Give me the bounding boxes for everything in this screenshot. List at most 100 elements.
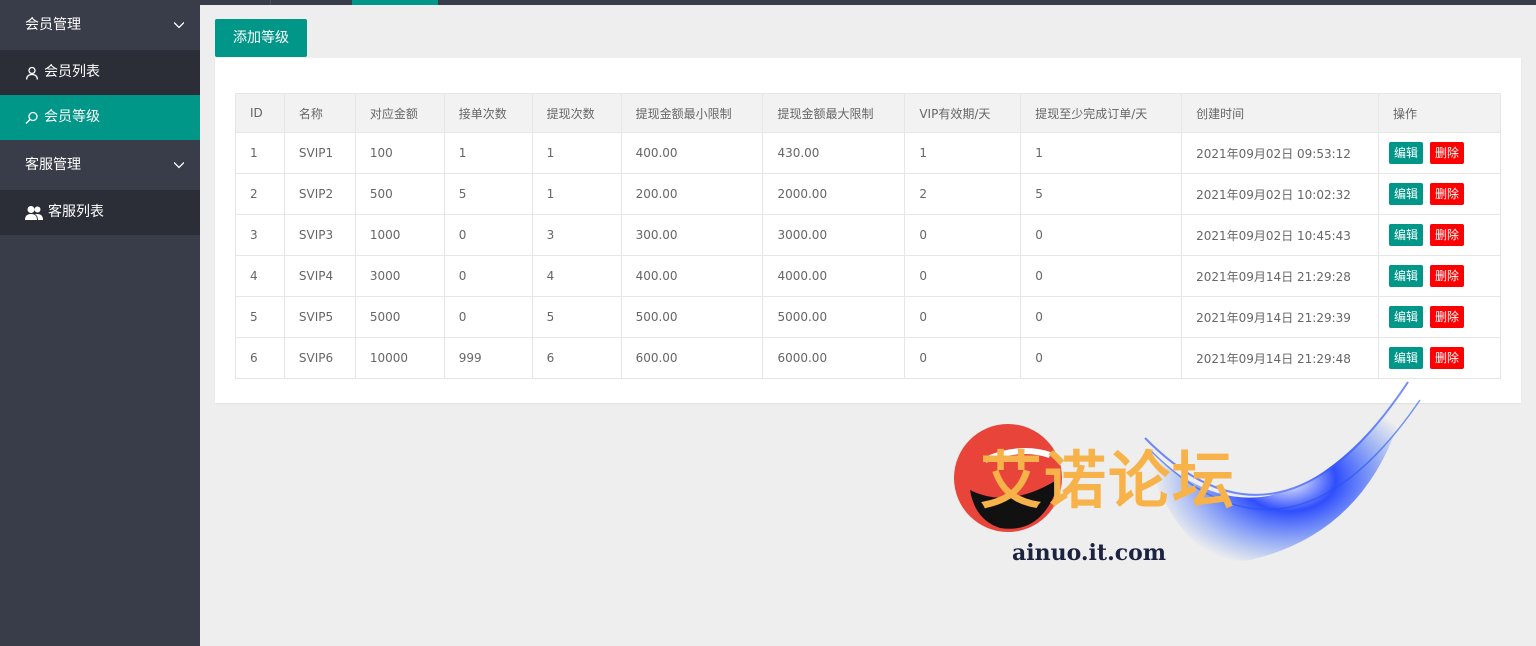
table-cell: 3000 — [354, 255, 445, 297]
table-cell: 4 — [531, 255, 622, 297]
sidebar-item-member-level[interactable]: 会员等级 — [0, 95, 200, 140]
table-cell: 2021年09月14日 21:29:48 — [1181, 337, 1380, 379]
sidebar-item-label: 会员等级 — [44, 109, 100, 125]
table-cell: SVIP3 — [283, 214, 356, 256]
top-tab-bar — [200, 0, 1536, 5]
table-cell: 5 — [235, 296, 285, 338]
level-table-card: ID 名称 对应金额 接单次数 提现次数 提现金额最小限制 提现金额最大限制 V… — [215, 58, 1521, 403]
nav-group-label: 客服管理 — [25, 157, 81, 173]
table-row: 6 SVIP6 10000 999 6 600.00 6000.00 0 0 2021年09月14… — [235, 337, 1501, 379]
column-header: 对应金额 — [354, 93, 445, 133]
nav-sub-service: 客服列表 — [0, 190, 200, 235]
table-cell: 2021年09月14日 21:29:39 — [1181, 296, 1380, 338]
table-cell: 6 — [235, 337, 285, 379]
delete-button[interactable]: 删除 — [1430, 183, 1465, 205]
row-actions: 编辑 删除 — [1378, 337, 1501, 379]
table-cell: 0 — [1020, 255, 1183, 297]
table-cell: 3 — [531, 214, 622, 256]
delete-button[interactable]: 删除 — [1430, 306, 1465, 328]
table-row: 5 SVIP5 5000 0 5 500.00 5000.00 0 0 2021年09月14日 2… — [235, 296, 1501, 338]
table-cell: 1 — [531, 173, 622, 215]
sidebar-item-member-list[interactable]: 会员列表 — [0, 50, 200, 95]
table-cell: 2021年09月02日 09:53:12 — [1181, 132, 1380, 174]
table-row: 2 SVIP2 500 5 1 200.00 2000.00 2 5 2021年09月02日 10… — [235, 173, 1501, 215]
table-cell: 2021年09月02日 10:45:43 — [1181, 214, 1380, 256]
table-cell: 5 — [531, 296, 622, 338]
table-cell: 600.00 — [620, 337, 764, 379]
edit-button[interactable]: 编辑 — [1389, 265, 1424, 287]
table-cell: 0 — [1020, 296, 1183, 338]
table-cell: 3 — [235, 214, 285, 256]
nav-group-member-management[interactable]: 会员管理 — [0, 0, 200, 50]
column-header: 提现金额最小限制 — [620, 93, 764, 133]
admin-app: 会员管理 会员列表 会员等级 客服管理 客服列表 添加等级 ID 名称 对应金额… — [0, 0, 1536, 646]
table-cell: SVIP1 — [283, 132, 356, 174]
search-user-icon — [25, 111, 38, 124]
table-cell: SVIP5 — [283, 296, 356, 338]
nav-group-service-management[interactable]: 客服管理 — [0, 140, 200, 190]
table-cell: 300.00 — [620, 214, 764, 256]
table-cell: 2021年09月14日 21:29:28 — [1181, 255, 1380, 297]
table-cell: 10000 — [354, 337, 445, 379]
row-actions: 编辑 删除 — [1378, 132, 1501, 174]
table-cell: 0 — [443, 214, 533, 256]
table-cell: 430.00 — [762, 132, 906, 174]
active-tab-indicator[interactable] — [352, 0, 438, 5]
table-cell: 5000.00 — [762, 296, 906, 338]
sidebar-item-label: 会员列表 — [44, 64, 100, 80]
table-cell: SVIP2 — [283, 173, 356, 215]
column-header: 创建时间 — [1181, 93, 1380, 133]
table-cell: 0 — [904, 296, 1022, 338]
table-cell: 1 — [443, 132, 533, 174]
user-icon — [25, 66, 39, 80]
column-header: 接单次数 — [443, 93, 533, 133]
chevron-down-icon — [174, 162, 184, 169]
edit-button[interactable]: 编辑 — [1389, 224, 1424, 246]
table-cell: 1 — [904, 132, 1022, 174]
column-header: VIP有效期/天 — [904, 93, 1022, 133]
table-cell: 2 — [235, 173, 285, 215]
sidebar-item-service-list[interactable]: 客服列表 — [0, 190, 200, 235]
table-cell: SVIP6 — [283, 337, 356, 379]
table-cell: SVIP4 — [283, 255, 356, 297]
table-cell: 2000.00 — [762, 173, 906, 215]
delete-button[interactable]: 删除 — [1430, 142, 1465, 164]
row-actions: 编辑 删除 — [1378, 214, 1501, 256]
column-header: 操作 — [1378, 93, 1501, 133]
add-level-button[interactable]: 添加等级 — [215, 19, 307, 57]
table-cell: 5000 — [354, 296, 445, 338]
row-actions: 编辑 删除 — [1378, 173, 1501, 215]
table-cell: 1 — [531, 132, 622, 174]
delete-button[interactable]: 删除 — [1430, 224, 1465, 246]
table-cell: 4000.00 — [762, 255, 906, 297]
watermark-url: ainuo.it.com — [1012, 540, 1167, 566]
chevron-down-icon — [174, 22, 184, 29]
row-actions: 编辑 删除 — [1378, 296, 1501, 338]
table-cell: 2021年09月02日 10:02:32 — [1181, 173, 1380, 215]
column-header: 提现次数 — [531, 93, 622, 133]
table-cell: 999 — [443, 337, 533, 379]
users-icon — [25, 205, 43, 220]
sidebar-item-label: 客服列表 — [48, 204, 104, 220]
table-cell: 400.00 — [620, 132, 764, 174]
edit-button[interactable]: 编辑 — [1389, 183, 1424, 205]
table-cell: 0 — [904, 337, 1022, 379]
table-cell: 4 — [235, 255, 285, 297]
table-cell: 0 — [1020, 214, 1183, 256]
table-cell: 500 — [354, 173, 445, 215]
table-row: 4 SVIP4 3000 0 4 400.00 4000.00 0 0 2021年09月14日 2… — [235, 255, 1501, 297]
table-header-row: ID 名称 对应金额 接单次数 提现次数 提现金额最小限制 提现金额最大限制 V… — [235, 93, 1501, 133]
delete-button[interactable]: 删除 — [1430, 265, 1465, 287]
table-cell: 1 — [235, 132, 285, 174]
nav-group-label: 会员管理 — [25, 17, 81, 33]
edit-button[interactable]: 编辑 — [1389, 142, 1424, 164]
table-cell: 2 — [904, 173, 1022, 215]
table-cell: 100 — [354, 132, 445, 174]
delete-button[interactable]: 删除 — [1430, 347, 1465, 369]
edit-button[interactable]: 编辑 — [1389, 347, 1424, 369]
table-cell: 0 — [443, 255, 533, 297]
nav-sub-member: 会员列表 会员等级 — [0, 50, 200, 140]
table-cell: 500.00 — [620, 296, 764, 338]
edit-button[interactable]: 编辑 — [1389, 306, 1424, 328]
table-cell: 0 — [443, 296, 533, 338]
